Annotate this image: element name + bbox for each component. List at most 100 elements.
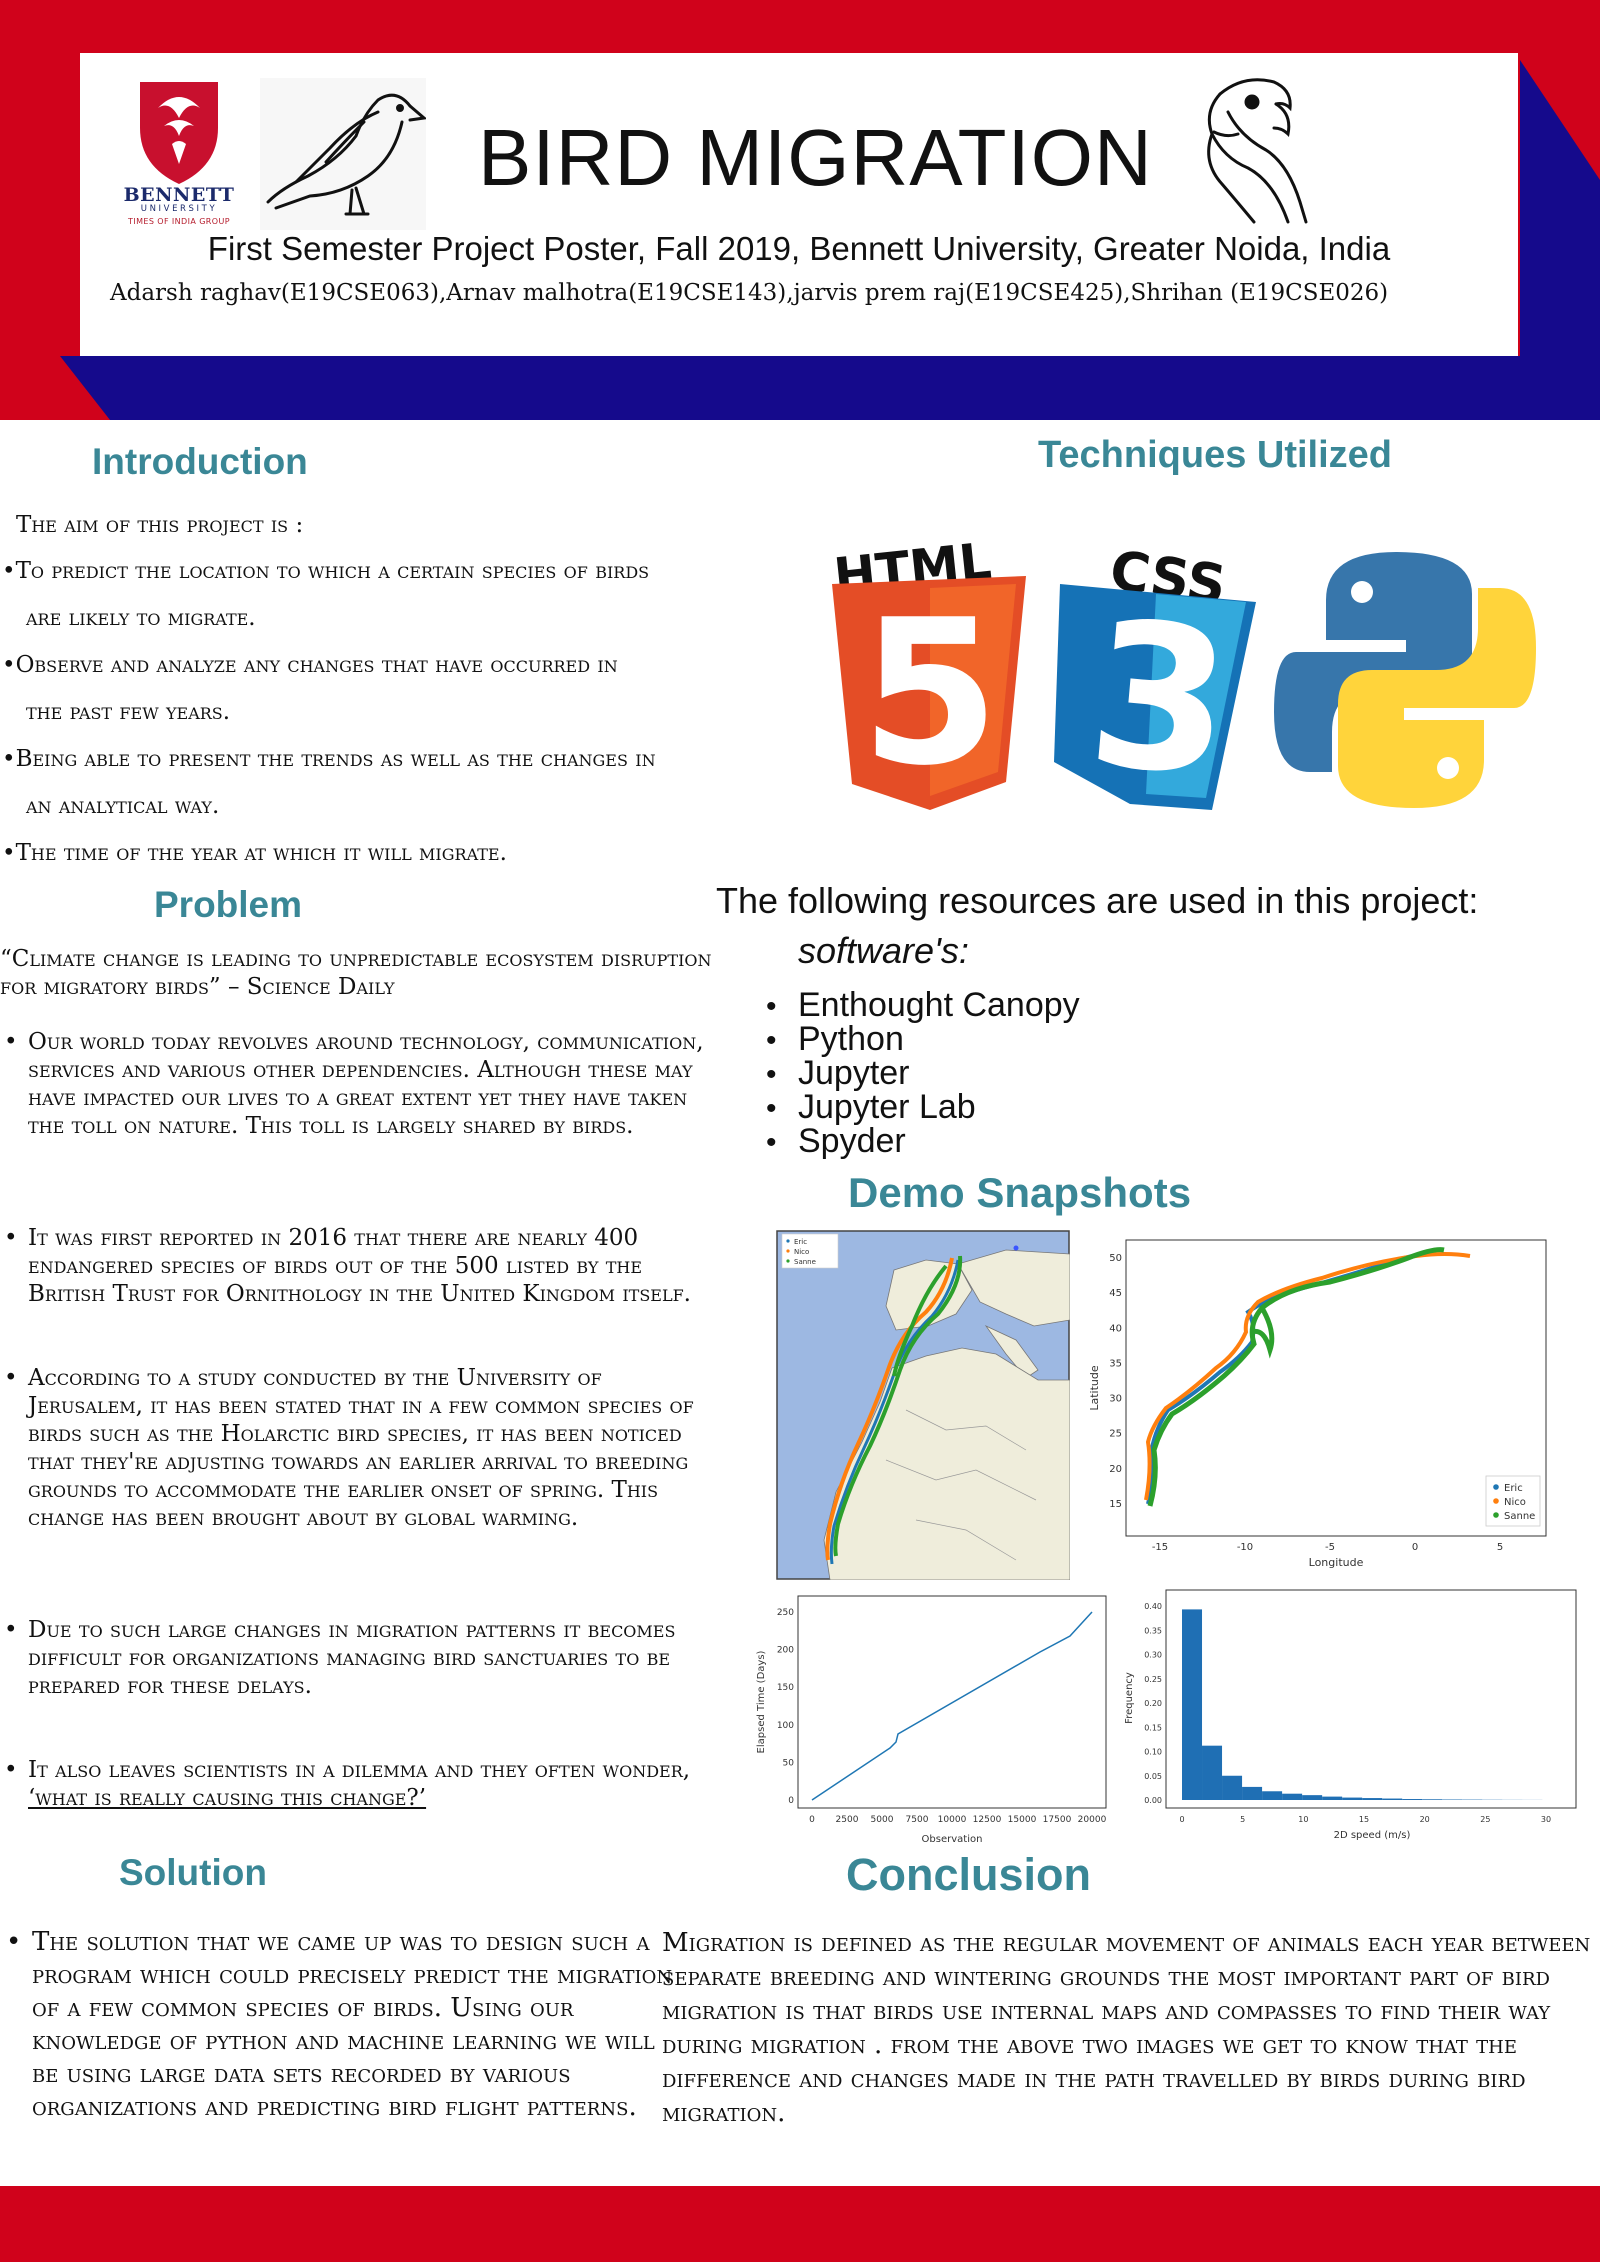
- x-tick-label: 25: [1480, 1815, 1490, 1824]
- bullet-icon: •: [6, 1927, 22, 1957]
- histogram-bar: [1362, 1798, 1383, 1800]
- migration-map-snapshot: Eric Nico Sanne: [776, 1230, 1070, 1580]
- y-tick-label: 0.20: [1144, 1699, 1162, 1708]
- x-tick-label: 15000: [1008, 1815, 1037, 1825]
- problem-item-text: According to a study conducted by the Un…: [28, 1365, 694, 1531]
- problem-item: • It was first reported in 2016 that ther…: [4, 1224, 704, 1308]
- poster-authors: Adarsh raghav(E19CSE063),Arnav malhotra(…: [110, 280, 1389, 306]
- x-tick-label: 0: [1179, 1815, 1184, 1824]
- x-tick-label: 0: [809, 1815, 815, 1825]
- logo-subtitle: UNIVERSITY: [140, 204, 218, 214]
- histogram-bar: [1202, 1745, 1223, 1800]
- y-tick-label: 0.30: [1144, 1651, 1162, 1660]
- y-tick-label: 25: [1109, 1429, 1122, 1440]
- scatter-ylabel: Latitude: [1088, 1365, 1101, 1411]
- intro-item: •Observe and analyze any changes that ha…: [2, 642, 782, 736]
- x-tick-label: 15: [1359, 1815, 1369, 1824]
- map-legend-eric: Eric: [794, 1238, 807, 1246]
- x-tick-label: 10: [1298, 1815, 1308, 1824]
- x-tick-label: 20: [1420, 1815, 1430, 1824]
- python-logo-icon: [1274, 552, 1536, 808]
- parrot-icon: [1207, 78, 1308, 224]
- line-xlabel: Observation: [922, 1834, 983, 1844]
- y-tick-label: 0.05: [1144, 1772, 1162, 1781]
- y-tick-label: 15: [1109, 1499, 1122, 1510]
- x-tick-label: -10: [1237, 1542, 1253, 1553]
- css-logo-number: 3: [1080, 578, 1239, 816]
- intro-item-line1: •Being able to present the trends as wel…: [2, 746, 656, 772]
- histogram-bar: [1422, 1799, 1443, 1800]
- introduction-lead: The aim of this project is :: [16, 512, 304, 538]
- y-tick-label: 0.15: [1144, 1723, 1162, 1732]
- x-tick-label: 5: [1240, 1815, 1245, 1824]
- problem-item-text: It also leaves scientists in a dilemma a…: [28, 1757, 691, 1783]
- software-item: Jupyter: [766, 1056, 1080, 1090]
- scatter-xlabel: Longitude: [1309, 1556, 1364, 1569]
- problem-item: • Our world today revolves around technol…: [4, 1028, 704, 1140]
- demo-heading: Demo Snapshots: [848, 1169, 1192, 1216]
- y-tick-label: 250: [777, 1608, 794, 1618]
- problem-item-text: It was first reported in 2016 that there…: [28, 1225, 691, 1307]
- css3-logo-icon: CSS 3: [1054, 538, 1256, 816]
- y-tick-label: 20: [1109, 1464, 1122, 1475]
- bird-sketch-icon: [266, 93, 426, 216]
- bennett-logo-icon: [140, 82, 218, 184]
- introduction-heading: Introduction: [92, 441, 308, 482]
- y-tick-label: 0.10: [1144, 1748, 1162, 1757]
- logo-tagline: TIMES OF INDIA GROUP: [128, 217, 230, 226]
- intro-item: •The time of the year at which it will m…: [2, 830, 782, 877]
- conclusion-heading: Conclusion: [846, 1849, 1091, 1900]
- hist-ylabel: Frequency: [1124, 1672, 1135, 1724]
- software-item: Enthought Canopy: [766, 988, 1080, 1022]
- histogram-bar: [1182, 1609, 1203, 1800]
- logo-name: BENNETT: [123, 184, 235, 206]
- poster-subtitle: First Semester Project Poster, Fall 2019…: [207, 230, 1391, 267]
- software-item: Spyder: [766, 1124, 1080, 1158]
- y-tick-label: 50: [1109, 1253, 1122, 1264]
- poster-title: BIRD MIGRATION: [478, 113, 1153, 202]
- conclusion-text: Migration is defined as the regular move…: [662, 1928, 1591, 2128]
- histogram-bar: [1282, 1793, 1303, 1800]
- problem-heading: Problem: [154, 884, 303, 925]
- intro-item-line1: •Observe and analyze any changes that ha…: [2, 652, 618, 678]
- scatter-legend-eric: Eric: [1504, 1483, 1523, 1494]
- solution-text: The solution that we came up was to desi…: [32, 1927, 673, 2122]
- y-tick-label: 35: [1109, 1358, 1122, 1369]
- histogram-bar: [1242, 1786, 1263, 1800]
- x-tick-label: 10000: [938, 1815, 967, 1825]
- intro-item: •Being able to present the trends as wel…: [2, 736, 782, 830]
- techniques-heading: Techniques Utilized: [1038, 434, 1393, 476]
- histogram-bar: [1342, 1797, 1363, 1800]
- x-tick-label: 2500: [836, 1815, 859, 1825]
- x-tick-label: 30: [1541, 1815, 1551, 1824]
- scatter-legend-sanne: Sanne: [1504, 1511, 1535, 1522]
- footer-band: [0, 2186, 1600, 2262]
- x-tick-label: -15: [1152, 1542, 1168, 1553]
- bullet-icon: •: [4, 1617, 18, 1643]
- x-tick-label: -5: [1325, 1542, 1335, 1553]
- problem-item: • Due to such large changes in migration …: [4, 1616, 704, 1700]
- y-tick-label: 100: [777, 1721, 794, 1731]
- intro-item-line1: •The time of the year at which it will m…: [2, 840, 507, 866]
- software-item: Python: [766, 1022, 1080, 1056]
- resources-intro: The following resources are used in this…: [716, 880, 1479, 921]
- tech-logos: HTML 5 CSS 3: [831, 536, 1536, 816]
- x-tick-label: 20000: [1078, 1815, 1107, 1825]
- problem-item: • According to a study conducted by the U…: [4, 1364, 704, 1532]
- intro-item-line2: the past few years.: [26, 699, 231, 725]
- problem-item-text: Due to such large changes in migration p…: [28, 1617, 676, 1699]
- y-tick-label: 45: [1109, 1288, 1122, 1299]
- line-ylabel: Elapsed Time (Days): [756, 1650, 767, 1753]
- hist-xlabel: 2D speed (m/s): [1334, 1830, 1411, 1840]
- software-item: Jupyter Lab: [766, 1090, 1080, 1124]
- x-tick-label: 0: [1412, 1542, 1418, 1553]
- bullet-icon: •: [4, 1029, 18, 1055]
- y-tick-label: 30: [1109, 1394, 1122, 1405]
- x-tick-label: 7500: [906, 1815, 929, 1825]
- histogram-bar: [1402, 1799, 1423, 1800]
- histogram-bar: [1222, 1775, 1243, 1800]
- problem-item: • It also leaves scientists in a dilemma …: [4, 1756, 704, 1812]
- solution-item: • The solution that we came up was to des…: [6, 1926, 682, 2124]
- histogram-bar: [1262, 1791, 1283, 1800]
- x-tick-label: 12500: [973, 1815, 1002, 1825]
